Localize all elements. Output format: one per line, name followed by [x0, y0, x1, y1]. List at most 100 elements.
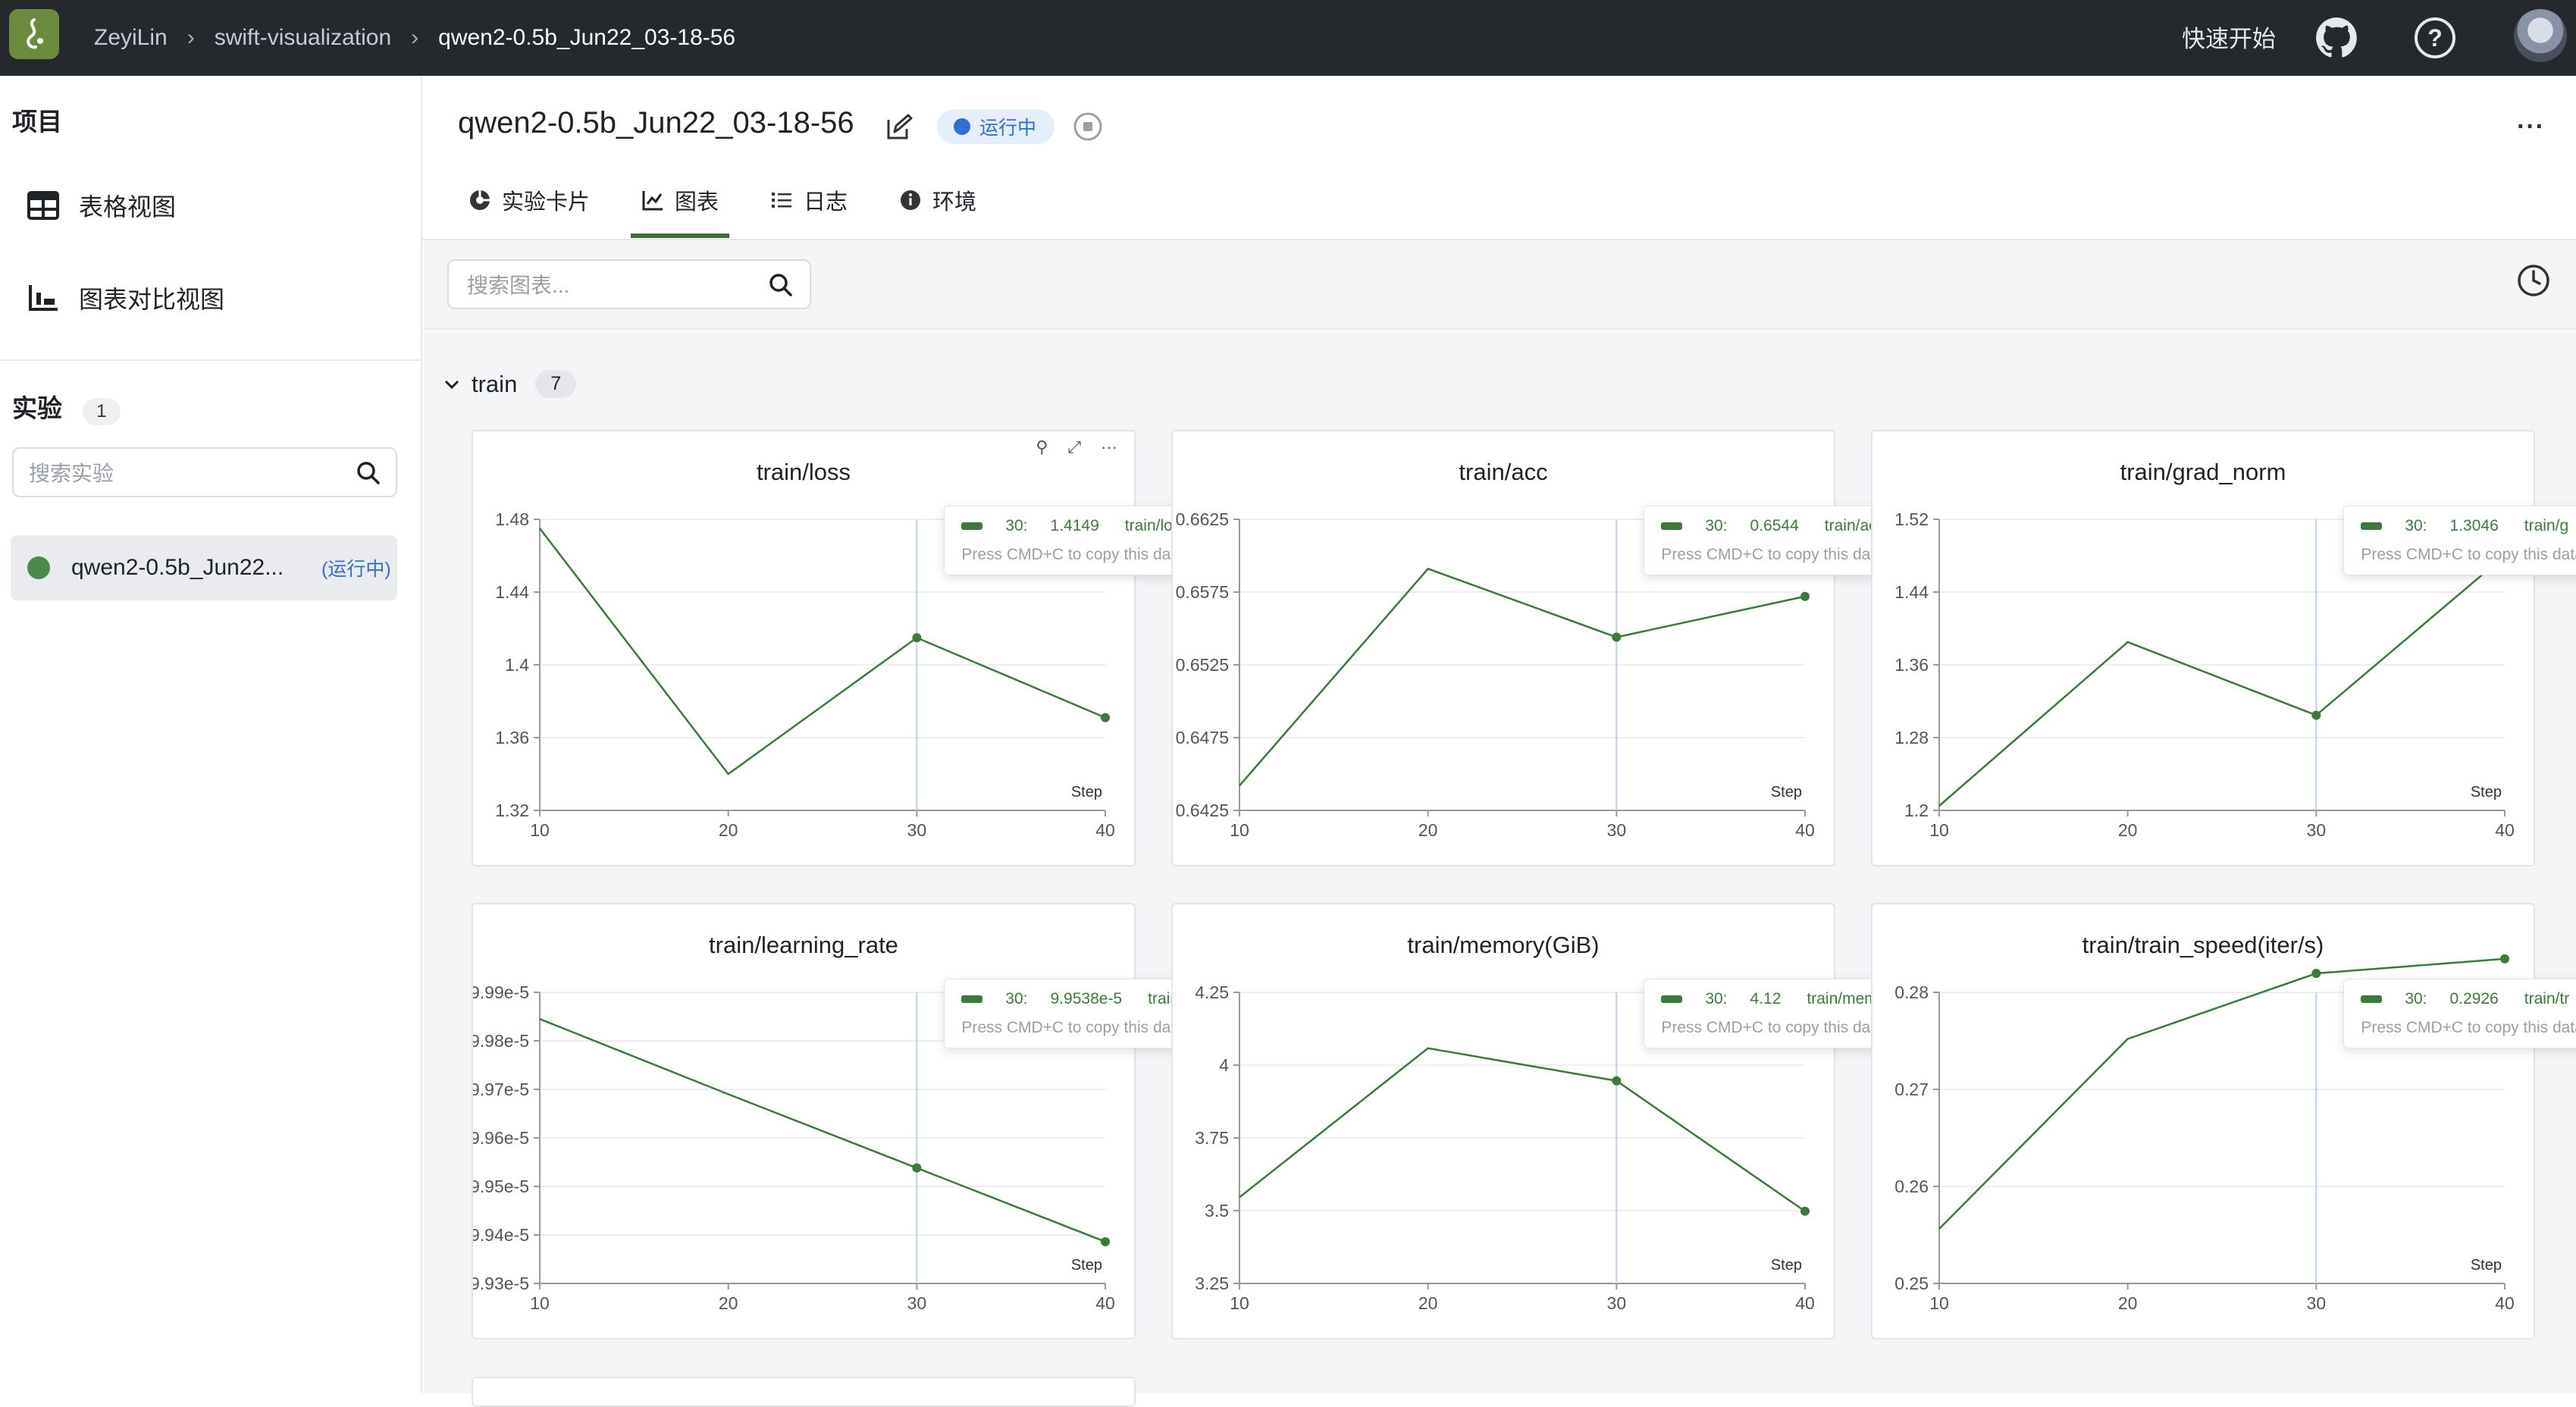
- line-chart[interactable]: 0.6625 0.6575 0.6525 0.6475 0.642510 20 30 40 St…: [1173, 431, 1837, 868]
- info-icon: [901, 190, 921, 210]
- chart-card[interactable]: train/acc 0.6625 0.6575 0.6525 0.6475 0.6425 1…: [1171, 430, 1906, 868]
- y-tick-label: 0.27: [1894, 1080, 1929, 1099]
- status-dot: [954, 118, 970, 135]
- y-tick-label: 0.6575: [1176, 582, 1229, 602]
- x-tick-label: 20: [1418, 820, 1438, 840]
- data-point[interactable]: [1800, 1206, 1810, 1216]
- data-point[interactable]: [2311, 969, 2321, 979]
- chart-card[interactable]: train/loss ⚲ ⤢ ··· 1.48 1.44 1.4 1.36 1.32 10 20 30…: [472, 430, 1206, 868]
- line-chart[interactable]: 9.99e-5 9.98e-5 9.97e-5 9.96e-5 9.95e-5 9.94e…: [473, 904, 1137, 1341]
- series-line[interactable]: [1239, 1047, 1806, 1212]
- data-point[interactable]: [1612, 632, 1622, 642]
- tooltip-value: 1.4149: [1050, 517, 1099, 534]
- data-point[interactable]: [912, 1163, 922, 1173]
- chart-card[interactable]: train/learning_rate 9.99e-5 9.98e-5 9.97e-5…: [472, 903, 1284, 1341]
- search-icon[interactable]: [767, 271, 794, 299]
- breadcrumb-project[interactable]: swift-visualization: [215, 25, 391, 51]
- breadcrumb: ZeyiLin › swift-visualization › qwen2-0.…: [94, 0, 735, 76]
- search-placeholder: 搜索实验: [29, 462, 114, 485]
- app-logo[interactable]: [9, 9, 59, 59]
- x-tick-label: 30: [907, 820, 927, 840]
- line-chart[interactable]: 4.25 4 3.75 3.5 3.2510 20 30 40 Step: [1173, 904, 1837, 1341]
- chart-compare-icon: [29, 285, 58, 311]
- x-tick-label: 30: [1607, 1293, 1627, 1313]
- y-tick-label: 4.25: [1195, 982, 1229, 1002]
- card-icon: [470, 190, 490, 210]
- y-tick-label: 0.6525: [1176, 655, 1229, 675]
- help-icon[interactable]: ?: [2412, 15, 2458, 61]
- experiment-search-input[interactable]: 搜索实验: [12, 447, 397, 497]
- breadcrumb-experiment[interactable]: qwen2-0.5b_Jun22_03-18-56: [438, 25, 735, 51]
- breadcrumb-user[interactable]: ZeyiLin: [94, 25, 168, 51]
- series-line[interactable]: [539, 1018, 1106, 1243]
- chart-card[interactable]: train/memory(GiB) 4.25 4 3.75 3.5 3.25 10 20 30 4…: [1171, 903, 1954, 1341]
- page-title: qwen2-0.5b_Jun22_03-18-56: [458, 106, 854, 139]
- more-menu-icon[interactable]: ···: [2517, 112, 2545, 142]
- data-point[interactable]: [1101, 713, 1110, 722]
- tab-environment[interactable]: 环境: [888, 179, 987, 221]
- y-tick-label: 9.96e-5: [473, 1128, 529, 1148]
- tooltip-series-name: train/g: [2524, 517, 2569, 534]
- legend-swatch: [961, 522, 983, 530]
- y-tick-label: 1.44: [1894, 582, 1929, 602]
- data-point[interactable]: [1101, 1236, 1110, 1246]
- y-tick-label: 1.52: [1894, 509, 1929, 529]
- tab-experiment-card[interactable]: 实验卡片: [458, 179, 600, 221]
- tooltip-step: 30:: [2405, 990, 2427, 1007]
- y-tick-label: 4: [1219, 1055, 1229, 1075]
- y-tick-label: 9.93e-5: [473, 1274, 529, 1293]
- experiment-list-item[interactable]: qwen2-0.5b_Jun22... (运行中): [11, 535, 397, 600]
- chart-card[interactable]: train/train_speed(iter/s) 0.28 0.27 0.26 0.2…: [1871, 903, 2576, 1341]
- x-axis-label: Step: [2471, 784, 2502, 801]
- data-point[interactable]: [2500, 954, 2509, 964]
- chevron-down-icon[interactable]: [443, 375, 461, 393]
- edit-icon[interactable]: [884, 112, 914, 143]
- project-heading: 项目: [12, 108, 62, 136]
- chart-group-header[interactable]: train 7: [443, 370, 577, 398]
- quickstart-link[interactable]: 快速开始: [2182, 20, 2276, 54]
- data-point[interactable]: [2311, 710, 2321, 720]
- x-tick-label: 10: [530, 1293, 550, 1313]
- series-line[interactable]: [1239, 567, 1806, 787]
- divider: [0, 359, 422, 361]
- tab-charts[interactable]: 图表: [631, 179, 730, 238]
- x-axis-label: Step: [1071, 1257, 1102, 1274]
- x-tick-label: 20: [719, 820, 738, 840]
- tooltip-value: 0.2926: [2449, 990, 2499, 1007]
- y-tick-label: 1.48: [495, 509, 529, 529]
- group-name: train: [472, 370, 518, 397]
- tab-label: 环境: [932, 190, 977, 215]
- chart-card[interactable]: train/grad_norm 1.52 1.44 1.36 1.28 1.2 10 20 30…: [1871, 430, 2576, 868]
- x-tick-label: 10: [1230, 820, 1249, 840]
- x-tick-label: 40: [2495, 820, 2515, 840]
- tab-logs[interactable]: 日志: [760, 179, 858, 221]
- list-icon: [772, 193, 792, 208]
- line-chart[interactable]: 1.52 1.44 1.36 1.28 1.210 20 30 40 Step: [1872, 431, 2537, 868]
- legend-swatch: [2361, 995, 2383, 1003]
- stop-icon[interactable]: [1072, 111, 1104, 143]
- tab-label: 图表: [675, 190, 719, 215]
- experiment-color-dot[interactable]: [27, 556, 50, 579]
- x-tick-label: 30: [907, 1293, 927, 1313]
- legend-swatch: [2361, 522, 2383, 530]
- y-tick-label: 0.6475: [1176, 728, 1229, 747]
- history-icon[interactable]: [2515, 262, 2552, 299]
- data-point[interactable]: [1612, 1076, 1622, 1086]
- chevron-right-icon: ›: [411, 25, 419, 50]
- sidebar-item-table-view[interactable]: 表格视图: [27, 188, 176, 223]
- chart-tooltip: 30: 0.2926 train/tr Press CMD+C to copy thi…: [2343, 979, 2576, 1048]
- chart-search-input[interactable]: 搜索图表...: [447, 259, 811, 309]
- y-tick-label: 1.36: [1894, 655, 1929, 675]
- x-axis-label: Step: [2471, 1257, 2502, 1274]
- sidebar-item-chart-compare[interactable]: 图表对比视图: [27, 280, 224, 315]
- github-icon[interactable]: [2314, 15, 2359, 61]
- line-chart[interactable]: 1.48 1.44 1.4 1.36 1.3210 20 30 40 Step: [473, 431, 1137, 868]
- user-avatar[interactable]: [2514, 9, 2567, 62]
- sidebar-item-label: 图表对比视图: [79, 286, 225, 313]
- data-point[interactable]: [1800, 591, 1810, 601]
- search-icon[interactable]: [355, 459, 382, 487]
- data-point[interactable]: [912, 633, 922, 643]
- tooltip-row: 30: 0.2926 train/tr: [2361, 990, 2576, 1008]
- series-line[interactable]: [1938, 555, 2505, 807]
- line-chart[interactable]: 0.28 0.27 0.26 0.2510 20 30 40 Step: [1872, 904, 2537, 1341]
